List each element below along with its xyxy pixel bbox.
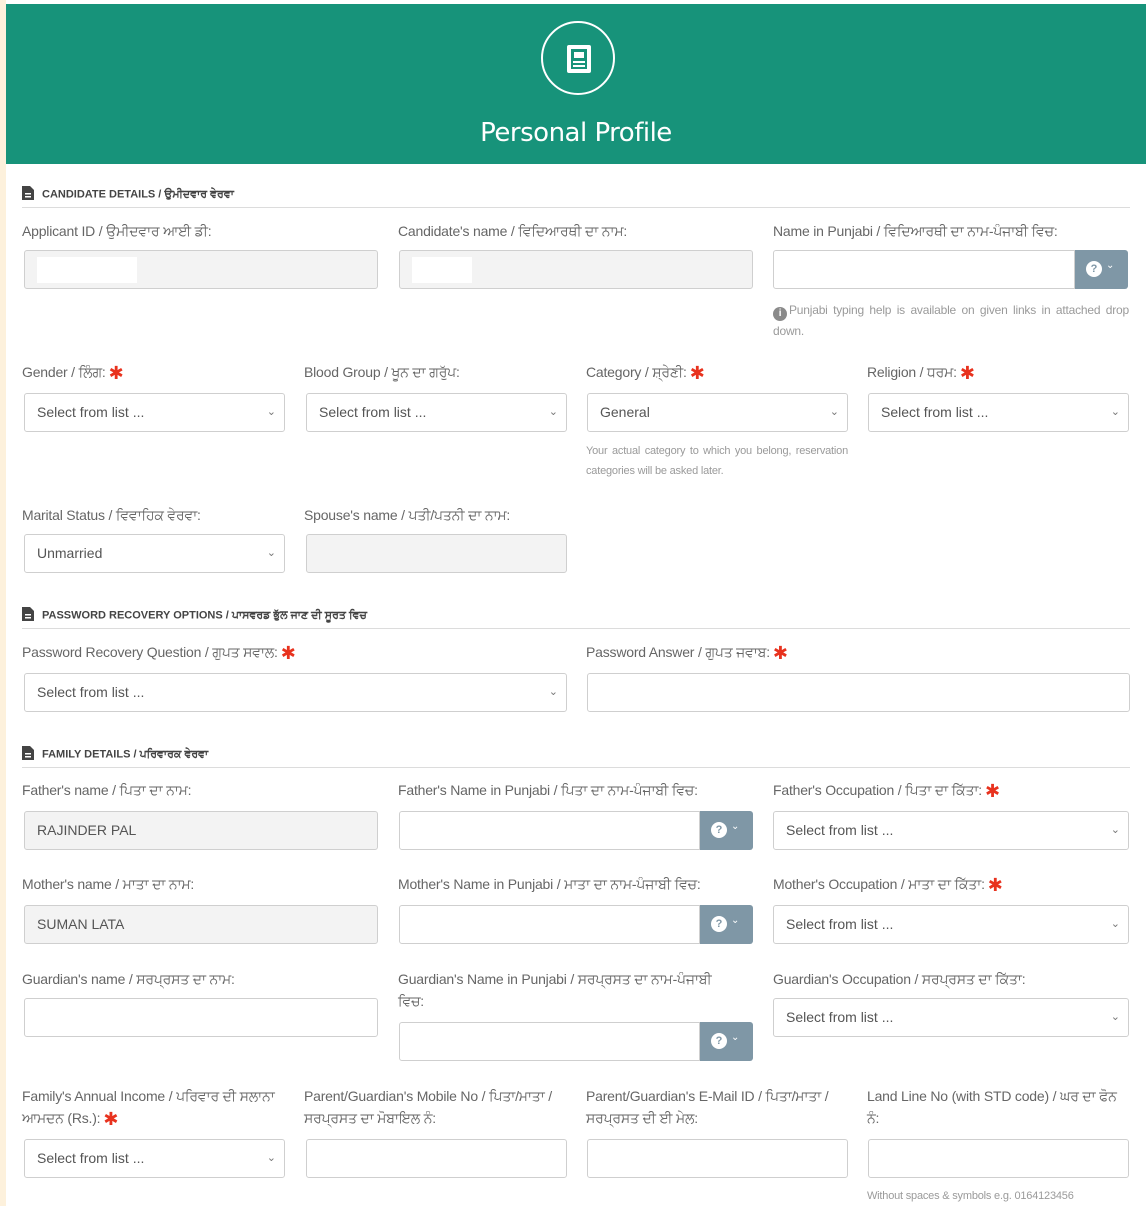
- blood-group-label: Blood Group / ਖੂਨ ਦਾ ਗਰੁੱਪ:: [304, 364, 460, 380]
- chevron-down-icon: ⌄: [731, 915, 740, 926]
- chevron-down-icon: ⌄: [266, 547, 276, 559]
- document-icon: [22, 607, 34, 621]
- guardian-punjabi-help-button[interactable]: ? ⌄: [700, 1022, 753, 1061]
- chevron-down-icon: ⌄: [731, 821, 740, 832]
- landline-help-text: Without spaces & symbols e.g. 0164123456: [867, 1190, 1074, 1202]
- guardian-punjabi-label: Guardian's Name in Punjabi / ਸਰਪ੍ਰਸਤ ਦਾ …: [398, 971, 712, 1009]
- applicant-id-label: Applicant ID / ਉਮੀਦਵਾਰ ਆਈ ਡੀ:: [22, 223, 212, 239]
- id-card-icon: [541, 21, 615, 95]
- chevron-down-icon: ⌄: [266, 406, 276, 418]
- father-name-field: RAJINDER PAL: [24, 811, 378, 850]
- father-punjabi-label: Father's Name in Punjabi / ਪਿਤਾ ਦਾ ਨਾਮ-ਪ…: [398, 782, 698, 798]
- mother-name-field: SUMAN LATA: [24, 905, 378, 944]
- chevron-down-icon: ⌄: [1106, 260, 1115, 271]
- help-icon: ?: [711, 822, 727, 838]
- father-punjabi-help-button[interactable]: ? ⌄: [700, 811, 753, 850]
- chevron-down-icon: ⌄: [1110, 918, 1120, 930]
- religion-label: Religion / ਧਰਮ: ✱: [867, 363, 975, 383]
- document-icon: [22, 186, 34, 200]
- guardian-occupation-label: Guardian's Occupation / ਸਰਪ੍ਰਸਤ ਦਾ ਕਿੱਤਾ…: [773, 971, 1026, 987]
- required-icon: ✱: [280, 643, 296, 663]
- required-icon: ✱: [984, 781, 1000, 801]
- gender-label: Gender / ਲਿੰਗ: ✱: [22, 363, 124, 383]
- guardian-punjabi-input[interactable]: [399, 1022, 700, 1061]
- gender-select[interactable]: Select from list ... ⌄: [24, 393, 285, 432]
- page-left-strip: [0, 0, 6, 1206]
- help-icon: ?: [711, 1033, 727, 1049]
- punjabi-help-text: i Punjabi typing help is available on giv…: [773, 303, 1129, 338]
- guardian-name-label: Guardian's name / ਸਰਪ੍ਰਸਤ ਦਾ ਨਾਮ:: [22, 971, 235, 987]
- chevron-down-icon: ⌄: [548, 406, 558, 418]
- chevron-down-icon: ⌄: [266, 1152, 276, 1164]
- chevron-down-icon: ⌄: [548, 686, 558, 698]
- category-select[interactable]: General ⌄: [587, 393, 848, 432]
- landline-input[interactable]: [868, 1139, 1129, 1178]
- chevron-down-icon: ⌄: [731, 1032, 740, 1043]
- document-icon: [22, 746, 34, 760]
- help-icon: ?: [711, 916, 727, 932]
- marital-status-select[interactable]: Unmarried ⌄: [24, 534, 285, 573]
- name-punjabi-label: Name in Punjabi / ਵਿਦਿਆਰਥੀ ਦਾ ਨਾਮ-ਪੰਜਾਬੀ…: [773, 223, 1058, 239]
- marital-status-label: Marital Status / ਵਿਵਾਹਿਕ ਵੇਰਵਾ:: [22, 507, 201, 523]
- mother-occupation-select[interactable]: Select from list ... ⌄: [773, 905, 1129, 944]
- section-family-details: FAMILY DETAILS / ਪਰਿਵਾਰਕ ਵੇਰਵਾ: [22, 746, 1130, 768]
- password-answer-label: Password Answer / ਗੁਪਤ ਜਵਾਬ: ✱: [586, 643, 788, 663]
- father-occupation-select[interactable]: Select from list ... ⌄: [773, 811, 1129, 850]
- mother-name-label: Mother's name / ਮਾਤਾ ਦਾ ਨਾਮ:: [22, 876, 195, 892]
- category-help-text: Your actual category to which you belong…: [586, 445, 848, 477]
- password-answer-input[interactable]: [587, 673, 1130, 712]
- guardian-email-input[interactable]: [587, 1139, 848, 1178]
- religion-select[interactable]: Select from list ... ⌄: [868, 393, 1129, 432]
- section-candidate-details: CANDIDATE DETAILS / ਉਮੀਦਵਾਰ ਵੇਰਵਾ: [22, 186, 1130, 208]
- mother-punjabi-input[interactable]: [399, 905, 700, 944]
- annual-income-select[interactable]: Select from list ... ⌄: [24, 1139, 285, 1178]
- mother-occupation-label: Mother's Occupation / ਮਾਤਾ ਦਾ ਕਿੱਤਾ: ✱: [773, 875, 1003, 895]
- password-question-label: Password Recovery Question / ਗੁਪਤ ਸਵਾਲ: ✱: [22, 643, 296, 663]
- required-icon: ✱: [689, 363, 705, 383]
- guardian-mobile-input[interactable]: [306, 1139, 567, 1178]
- required-icon: ✱: [772, 643, 788, 663]
- info-icon: i: [773, 307, 787, 321]
- chevron-down-icon: ⌄: [829, 406, 839, 418]
- annual-income-label: Family's Annual Income / ਪਰਿਵਾਰ ਦੀ ਸਲਾਨਾ…: [22, 1088, 275, 1129]
- spouse-name-field: [306, 534, 567, 573]
- applicant-id-field: [24, 250, 378, 289]
- guardian-email-label: Parent/Guardian's E-Mail ID / ਪਿਤਾ/ਮਾਤਾ …: [586, 1088, 829, 1126]
- landline-label: Land Line No (with STD code) / ਘਰ ਦਾ ਫੋਨ…: [867, 1088, 1117, 1126]
- page-title: Personal Profile: [480, 118, 672, 148]
- password-question-select[interactable]: Select from list ... ⌄: [24, 673, 567, 712]
- mother-punjabi-label: Mother's Name in Punjabi / ਮਾਤਾ ਦਾ ਨਾਮ-ਪ…: [398, 876, 701, 892]
- chevron-down-icon: ⌄: [1110, 1011, 1120, 1023]
- required-icon: ✱: [108, 363, 124, 383]
- section-password-recovery: PASSWORD RECOVERY OPTIONS / ਪਾਸਵਰਡ ਭੁੱਲ …: [22, 607, 1130, 629]
- category-label: Category / ਸ਼੍ਰੇਣੀ: ✱: [586, 363, 705, 383]
- required-icon: ✱: [987, 875, 1003, 895]
- punjabi-help-dropdown-button[interactable]: ? ⌄: [1075, 250, 1128, 289]
- candidate-name-label: Candidate's name / ਵਿਦਿਆਰਥੀ ਦਾ ਨਾਮ:: [398, 223, 628, 239]
- help-icon: ?: [1086, 261, 1102, 277]
- profile-header: Personal Profile: [6, 4, 1146, 164]
- mother-punjabi-help-button[interactable]: ? ⌄: [700, 905, 753, 944]
- blood-group-select[interactable]: Select from list ... ⌄: [306, 393, 567, 432]
- father-occupation-label: Father's Occupation / ਪਿਤਾ ਦਾ ਕਿੱਤਾ: ✱: [773, 781, 1000, 801]
- spouse-name-label: Spouse's name / ਪਤੀ/ਪਤਨੀ ਦਾ ਨਾਮ:: [304, 507, 511, 523]
- required-icon: ✱: [103, 1109, 119, 1129]
- name-punjabi-input[interactable]: [773, 250, 1075, 289]
- candidate-name-field: [399, 250, 753, 289]
- guardian-name-input[interactable]: [24, 998, 378, 1037]
- guardian-occupation-select[interactable]: Select from list ... ⌄: [773, 998, 1129, 1037]
- chevron-down-icon: ⌄: [1110, 824, 1120, 836]
- required-icon: ✱: [959, 363, 975, 383]
- father-punjabi-input[interactable]: [399, 811, 700, 850]
- father-name-label: Father's name / ਪਿਤਾ ਦਾ ਨਾਮ:: [22, 782, 192, 798]
- guardian-mobile-label: Parent/Guardian's Mobile No / ਪਿਤਾ/ਮਾਤਾ …: [304, 1088, 552, 1126]
- chevron-down-icon: ⌄: [1110, 406, 1120, 418]
